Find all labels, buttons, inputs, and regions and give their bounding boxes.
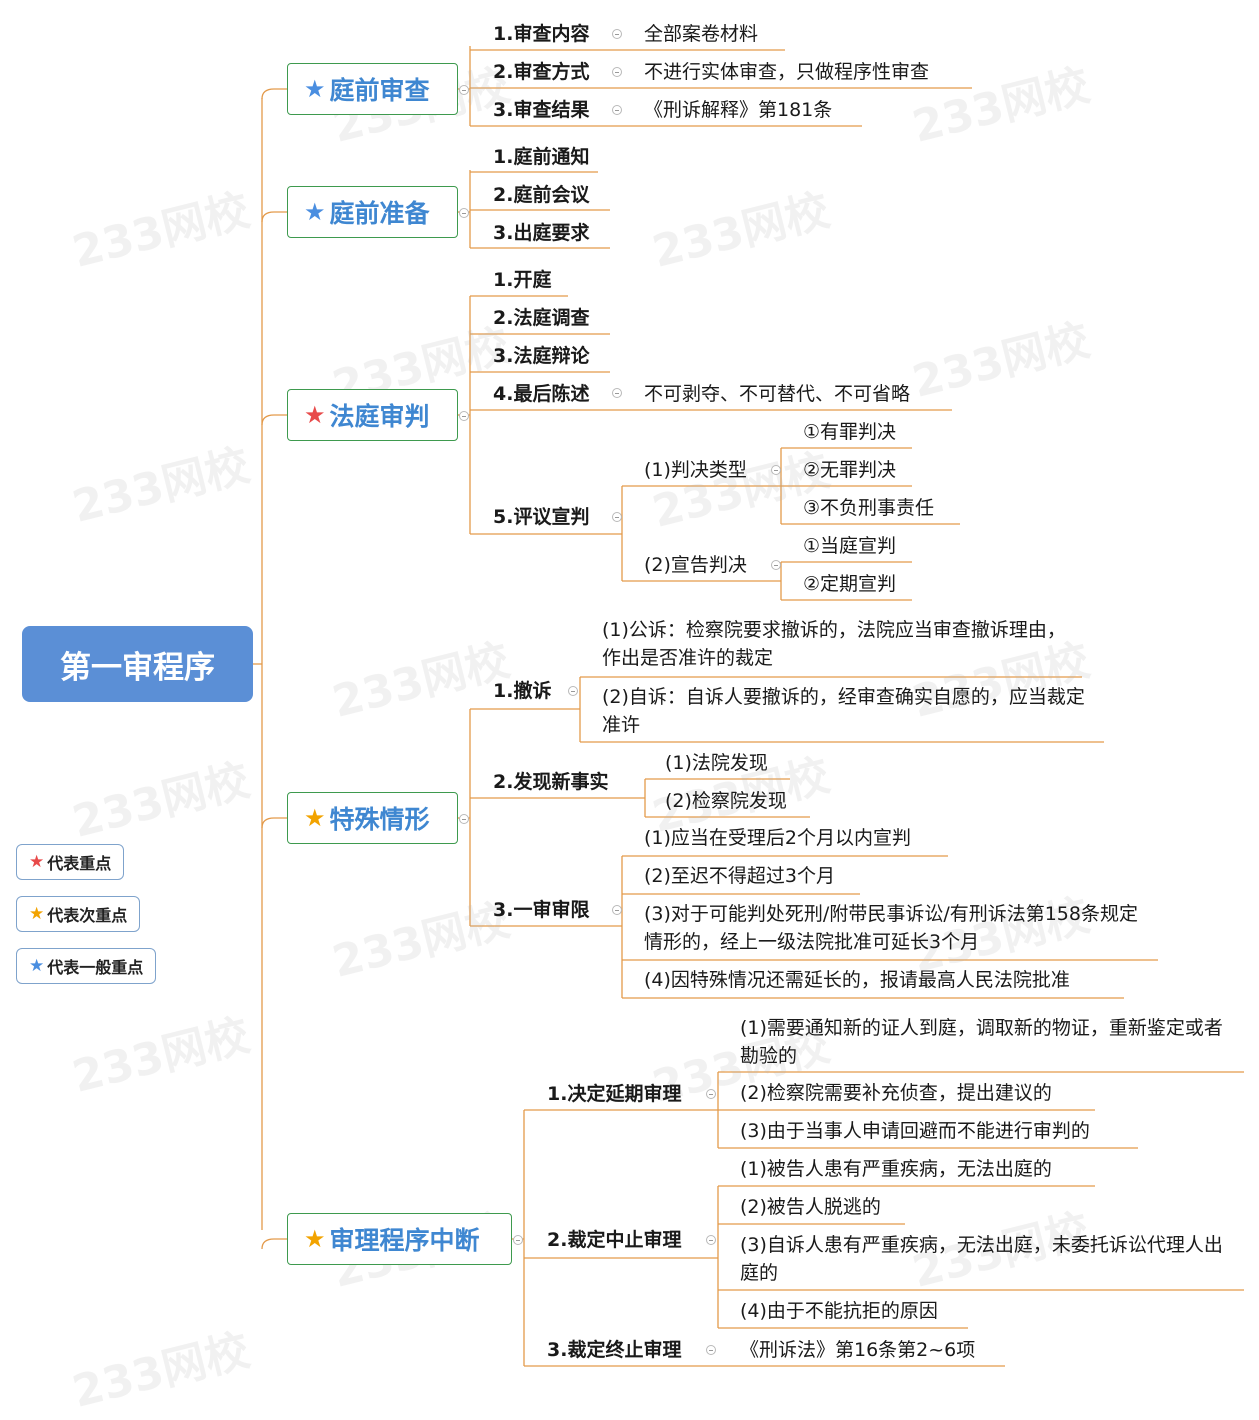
branch-node-pretrial-prep[interactable]: ★ 庭前准备 [287,186,458,238]
trunk-branch [261,414,287,426]
blue-star-icon: ★ [304,198,326,226]
yellow-star-icon: ★ [29,904,45,924]
leaf-procuratorate-found[interactable]: (2)检察院发现 [665,789,787,813]
trunk-branch [261,817,287,829]
collapse-icon[interactable] [612,67,622,77]
sub-verdict-types[interactable]: (1)判决类型 [644,458,747,482]
leaf-limit-extend[interactable]: (3)对于可能判处死刑/附带民事诉讼/有刑诉法第158条规定情形的，经上一级法院… [644,900,1152,956]
collapse-icon[interactable] [459,85,469,95]
blue-star-icon: ★ [29,956,45,976]
collapse-icon[interactable] [568,686,578,696]
branch-node-special-cases[interactable]: ★ 特殊情形 [287,792,458,844]
detail-review-method[interactable]: 不进行实体审查，只做程序性审查 [644,60,929,84]
collapse-icon[interactable] [513,1235,523,1245]
collapse-icon[interactable] [612,105,622,115]
leaf-suspend-3[interactable]: (3)自诉人患有严重疾病，无法出庭，未委托诉讼代理人出庭的 [740,1231,1240,1287]
leaf-suspend-1[interactable]: (1)被告人患有严重疾病，无法出庭的 [740,1157,1052,1181]
branch-label: 庭前审查 [329,76,430,105]
legend-label: 代表次重点 [47,906,128,925]
collapse-icon[interactable] [459,814,469,824]
yellow-star-icon: ★ [304,804,326,832]
collapse-icon[interactable] [706,1345,716,1355]
leaf-guilty[interactable]: ①有罪判决 [803,420,896,444]
detail-review-result[interactable]: 《刑诉解释》第181条 [644,98,832,122]
topic-review-method[interactable]: 2.审查方式 [493,60,589,84]
branch-label: 特殊情形 [329,805,430,834]
branch-node-pretrial-review[interactable]: ★ 庭前审查 [287,63,458,115]
collapse-icon[interactable] [459,208,469,218]
leaf-no-liability[interactable]: ③不负刑事责任 [803,496,934,520]
collapse-icon[interactable] [706,1089,716,1099]
trunk-branch [261,211,287,223]
branch-label: 法庭审判 [329,402,430,431]
leaf-limit-3m[interactable]: (2)至迟不得超过3个月 [644,864,835,888]
topic-pretrial-meeting[interactable]: 2.庭前会议 [493,183,589,207]
blue-star-icon: ★ [304,75,326,103]
topic-withdrawal[interactable]: 1.撤诉 [493,679,551,703]
branch-label: 庭前准备 [329,199,430,228]
legend-label: 代表一般重点 [47,958,144,977]
topic-terminate[interactable]: 3.裁定终止审理 [547,1338,681,1362]
topic-debate[interactable]: 3.法庭辩论 [493,344,589,368]
trunk-branch [261,88,287,100]
leaf-public-withdrawal[interactable]: (1)公诉：检察院要求撤诉的，法院应当审查撤诉理由，作出是否准许的裁定 [602,616,1078,672]
topic-postpone[interactable]: 1.决定延期审理 [547,1082,681,1106]
trunk-branch [261,1238,287,1250]
topic-review-result[interactable]: 3.审查结果 [493,98,589,122]
leaf-suspend-2[interactable]: (2)被告人脱逃的 [740,1195,881,1219]
leaf-not-guilty[interactable]: ②无罪判决 [803,458,896,482]
collapse-icon[interactable] [706,1235,716,1245]
leaf-in-court[interactable]: ①当庭宣判 [803,534,896,558]
detail-review-content[interactable]: 全部案卷材料 [644,22,758,46]
detail-final-statement[interactable]: 不可剥夺、不可替代、不可省略 [644,382,910,406]
branch-node-interruption[interactable]: ★ 审理程序中断 [287,1213,512,1265]
topic-time-limit[interactable]: 3.一审审限 [493,898,589,922]
topic-opening[interactable]: 1.开庭 [493,268,551,292]
sub-verdict-announce[interactable]: (2)宣告判决 [644,553,747,577]
leaf-suspend-4[interactable]: (4)由于不能抗拒的原因 [740,1299,938,1323]
topic-investigation[interactable]: 2.法庭调查 [493,306,589,330]
legend-key-primary: ★ 代表重点 [16,844,125,880]
leaf-postpone-1[interactable]: (1)需要通知新的证人到庭，调取新的物证，重新鉴定或者勘验的 [740,1014,1240,1070]
root-node[interactable]: 第一审程序 [22,626,253,702]
topic-new-facts[interactable]: 2.发现新事实 [493,770,608,794]
branch-label: 审理程序中断 [329,1226,480,1255]
collapse-icon[interactable] [459,411,469,421]
collapse-icon[interactable] [612,29,622,39]
legend-key-secondary: ★ 代表次重点 [16,896,141,932]
yellow-star-icon: ★ [304,1225,326,1253]
legend-key-general: ★ 代表一般重点 [16,948,157,984]
collapse-icon[interactable] [612,388,622,398]
leaf-postpone-3[interactable]: (3)由于当事人申请回避而不能进行审判的 [740,1119,1090,1143]
topic-appearance[interactable]: 3.出庭要求 [493,221,589,245]
topic-suspend[interactable]: 2.裁定中止审理 [547,1228,681,1252]
leaf-court-found[interactable]: (1)法院发现 [665,751,768,775]
collapse-icon[interactable] [612,905,622,915]
legend-label: 代表重点 [47,854,112,873]
branch-node-trial[interactable]: ★ 法庭审判 [287,389,458,441]
leaf-scheduled[interactable]: ②定期宣判 [803,572,896,596]
leaf-postpone-2[interactable]: (2)检察院需要补充侦查，提出建议的 [740,1081,1052,1105]
topic-deliberation[interactable]: 5.评议宣判 [493,505,589,529]
leaf-limit-supreme[interactable]: (4)因特殊情况还需延长的，报请最高人民法院批准 [644,968,1070,992]
collapse-icon[interactable] [771,465,781,475]
topic-review-content[interactable]: 1.审查内容 [493,22,589,46]
leaf-limit-2m[interactable]: (1)应当在受理后2个月以内宣判 [644,826,911,850]
topic-pretrial-notice[interactable]: 1.庭前通知 [493,145,589,169]
collapse-icon[interactable] [771,560,781,570]
leaf-private-withdrawal[interactable]: (2)自诉：自诉人要撤诉的，经审查确实自愿的，应当裁定准许 [602,683,1098,739]
red-star-icon: ★ [29,852,45,872]
red-star-icon: ★ [304,401,326,429]
detail-terminate[interactable]: 《刑诉法》第16条第2~6项 [740,1338,975,1362]
topic-final-statement[interactable]: 4.最后陈述 [493,382,589,406]
collapse-icon[interactable] [612,512,622,522]
